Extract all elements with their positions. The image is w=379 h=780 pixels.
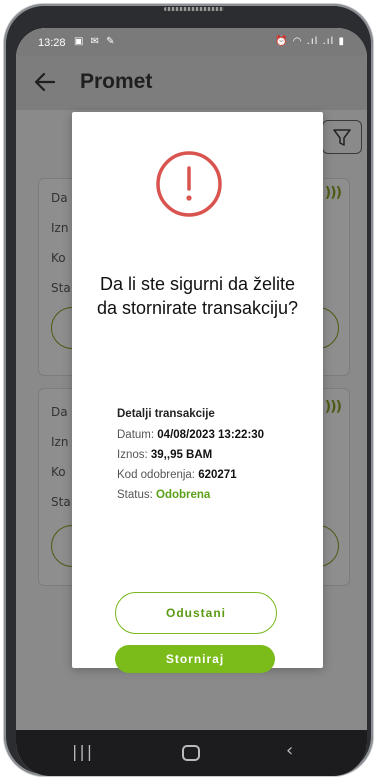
notification-icons: ▣ ✉ ✎ [74,36,117,47]
contactless-icon: ))) [324,399,342,415]
status-badge: Odobrena [156,489,211,501]
card-label: Da [51,191,68,205]
home-icon[interactable] [182,745,200,761]
nav-back-icon[interactable]: ‹ [286,740,293,761]
phone-frame: 13:28 ▣ ✉ ✎ ⏰ ◠ .ıl .ıl ▮ Promet Da Izn … [4,4,373,776]
transaction-details: Detalji transakcije Datum: 04/08/2023 13… [117,408,317,505]
detail-value: 04/08/2023 13:22:30 [157,429,265,441]
details-title: Detalji transakcije [117,408,215,420]
filter-icon [333,129,351,146]
system-nav-bar: ||| ‹ [16,730,367,776]
system-status-icons: ⏰ ◠ .ıl .ıl ▮ [275,36,345,47]
detail-row-date: Datum: 04/08/2023 13:22:30 [117,425,317,445]
detail-row-status: Status: Odobrena [117,485,317,505]
detail-value: 39,,95 BAM [150,449,213,461]
card-label: Izn [51,435,69,449]
detail-row-amount: Iznos: 39,,95 BAM [117,445,317,465]
status-bar: 13:28 ▣ ✉ ✎ ⏰ ◠ .ıl .ıl ▮ [16,28,367,56]
card-label: Sta [51,495,71,509]
storno-button[interactable]: Storniraj [115,645,275,673]
status-time: 13:28 [38,37,66,49]
page-title: Promet [80,70,153,93]
arrow-left-icon[interactable] [32,69,58,95]
contactless-icon: ))) [324,185,342,201]
detail-label: Status: [117,489,153,501]
filter-button[interactable] [322,120,362,154]
card-label: Ko [51,251,66,265]
app-header: Promet [16,56,367,110]
screen: 13:28 ▣ ✉ ✎ ⏰ ◠ .ıl .ıl ▮ Promet Da Izn … [16,28,367,776]
card-label: Da [51,405,68,419]
card-label: Izn [51,221,69,235]
confirm-dialog: Da li ste sigurni da želite da stornirat… [72,112,323,673]
detail-label: Iznos: [117,449,148,461]
cancel-button[interactable]: Odustani [115,592,277,634]
alert-circle-icon [156,151,222,217]
detail-row-auth-code: Kod odobrenja: 620271 [117,465,317,485]
detail-label: Kod odobrenja: [117,469,196,481]
recent-apps-icon[interactable]: ||| [72,742,94,761]
speaker-grille [164,7,224,11]
card-label: Ko [51,465,66,479]
detail-label: Datum: [117,429,155,441]
dialog-question: Da li ste sigurni da želite da stornirat… [96,274,299,318]
card-label: Sta [51,281,71,295]
detail-value: 620271 [198,469,237,481]
